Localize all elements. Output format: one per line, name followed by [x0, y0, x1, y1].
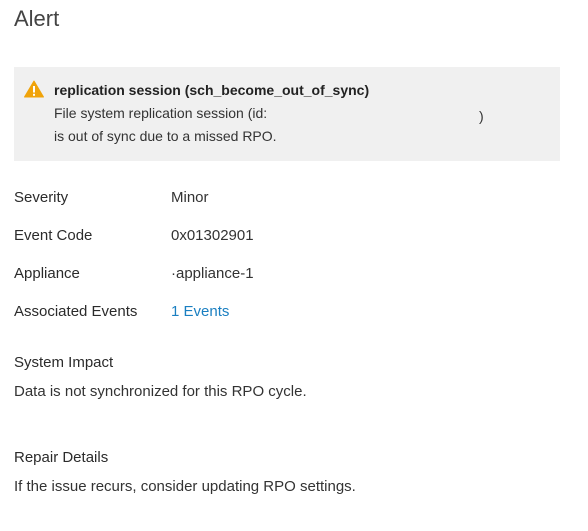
alert-title: replication session (sch_become_out_of_s… — [54, 82, 370, 98]
alert-banner: replication session (sch_become_out_of_s… — [14, 67, 560, 161]
detail-value: 0x01302901 — [171, 227, 254, 244]
detail-label: Appliance — [14, 265, 80, 282]
system-impact-text: Data is not synchronized for this RPO cy… — [14, 383, 307, 400]
detail-label: Severity — [14, 189, 69, 206]
detail-value: ·appliance-1 — [171, 265, 254, 282]
associated-events-link[interactable]: 1 Events — [171, 303, 229, 320]
system-impact-heading: System Impact — [14, 354, 114, 371]
repair-details-heading: Repair Details — [14, 449, 109, 466]
alert-message-line-1: File system replication session (id: — [54, 105, 268, 121]
warning-icon — [24, 80, 44, 98]
detail-label: Event Code — [14, 227, 93, 244]
detail-value: Minor — [171, 189, 209, 206]
page-title: Alert — [14, 6, 60, 31]
alert-message-line-1-tail: ) — [479, 108, 484, 124]
detail-label: Associated Events — [14, 303, 138, 320]
repair-details-text: If the issue recurs, consider updating R… — [14, 478, 356, 495]
alert-message-line-2: is out of sync due to a missed RPO. — [54, 128, 277, 144]
